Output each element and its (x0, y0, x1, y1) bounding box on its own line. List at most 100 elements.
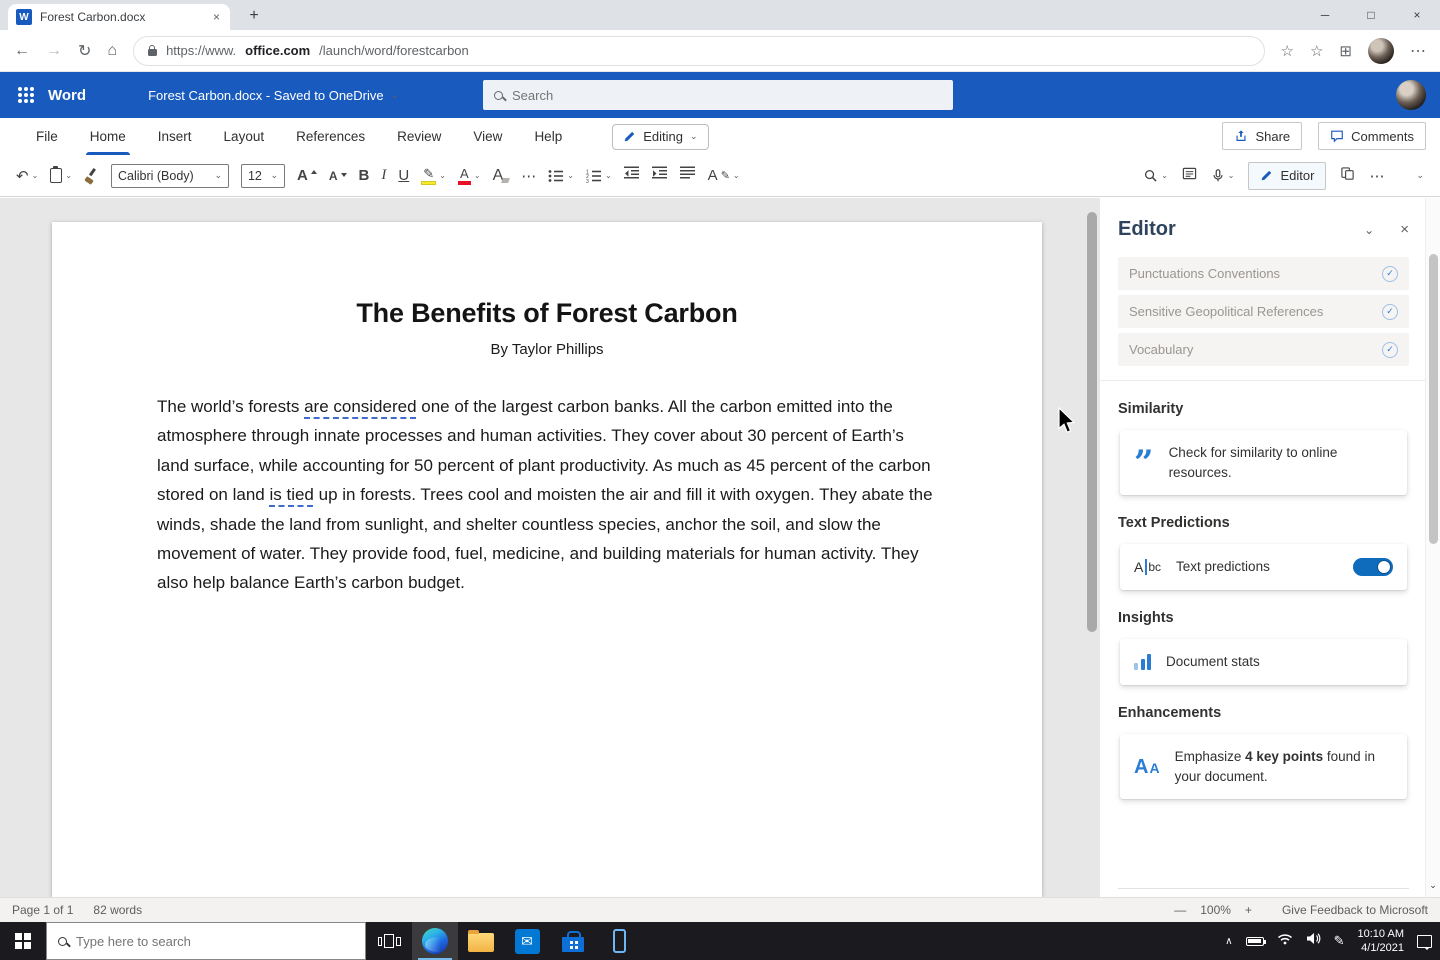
editor-button[interactable]: Editor (1248, 162, 1326, 190)
document-paragraph[interactable]: The world’s forests are considered one o… (157, 392, 935, 598)
taskbar-file-explorer-button[interactable] (458, 922, 504, 960)
undo-button[interactable]: ↶⌄ (16, 167, 38, 185)
dictate-button[interactable]: ⌄ (1211, 168, 1235, 183)
browser-more-icon[interactable]: ⋯ (1410, 41, 1426, 61)
editor-pane-scrollbar[interactable]: ⌄ (1425, 198, 1440, 897)
tab-close-icon[interactable]: × (211, 10, 222, 24)
chevron-down-icon[interactable]: ⌄ (1228, 171, 1235, 180)
editing-mode-button[interactable]: Editing ⌄ (612, 124, 708, 150)
document-scrollbar[interactable] (1086, 204, 1098, 891)
font-more-options-icon[interactable]: ⋯ (521, 167, 536, 185)
app-launcher-icon[interactable] (18, 87, 34, 103)
office-search-box[interactable] (483, 80, 953, 110)
ribbon-tab-home[interactable]: Home (74, 118, 142, 155)
document-title-bar[interactable]: Forest Carbon.docx - Saved to OneDrive ⌄ (148, 88, 399, 103)
grammar-suggestion[interactable]: are considered (304, 397, 416, 416)
chevron-down-icon[interactable]: ⌄ (439, 171, 446, 180)
underline-button[interactable]: U (398, 167, 409, 184)
reading-view-button[interactable] (1182, 166, 1197, 186)
document-title[interactable]: The Benefits of Forest Carbon (52, 298, 1042, 329)
clear-formatting-button[interactable]: A (493, 167, 510, 185)
add-favorite-icon[interactable]: ☆ (1281, 42, 1294, 60)
chevron-down-icon[interactable]: ⌄ (605, 171, 612, 180)
italic-button[interactable]: I (381, 167, 386, 184)
shrink-font-button[interactable]: A (329, 169, 347, 183)
refresh-icon[interactable]: ↻ (78, 41, 91, 61)
decrease-indent-button[interactable] (624, 166, 640, 185)
toolbar-more-icon[interactable]: ⋯ (1369, 167, 1384, 185)
scrollbar-thumb[interactable] (1087, 212, 1097, 632)
bold-button[interactable]: B (359, 167, 370, 184)
feedback-link[interactable]: Give Feedback to Microsoft (1282, 903, 1428, 917)
text-predictions-toggle[interactable] (1353, 558, 1393, 576)
zoom-in-icon[interactable]: + (1245, 903, 1252, 917)
grow-font-button[interactable]: A (297, 167, 317, 184)
scroll-down-icon[interactable]: ⌄ (1426, 880, 1440, 891)
chevron-down-icon[interactable]: ⌄ (474, 171, 481, 180)
ribbon-tab-file[interactable]: File (20, 118, 74, 155)
ribbon-tab-insert[interactable]: Insert (142, 118, 208, 155)
chevron-down-icon[interactable]: ⌄ (1161, 171, 1168, 180)
task-view-button[interactable] (366, 922, 412, 960)
bullets-button[interactable]: ⌄ (548, 169, 574, 183)
pen-icon[interactable]: ✎ (1334, 933, 1345, 949)
taskbar-search-input[interactable] (76, 934, 354, 949)
format-painter-icon[interactable] (84, 168, 99, 183)
find-button[interactable]: ⌄ (1143, 168, 1168, 183)
text-predictions-card[interactable]: Abc Text predictions (1120, 544, 1407, 590)
start-button[interactable] (0, 922, 46, 960)
chevron-down-icon[interactable]: ⌄ (32, 171, 39, 180)
account-avatar[interactable] (1396, 80, 1426, 110)
window-maximize-button[interactable]: □ (1348, 0, 1394, 30)
pane-chevron-down-icon[interactable]: ⌄ (1364, 223, 1400, 237)
grammar-suggestion[interactable]: is tied (269, 485, 313, 504)
ribbon-collapse-icon[interactable]: ⌄ (1416, 170, 1424, 181)
taskbar-search-box[interactable] (46, 922, 366, 960)
translate-button[interactable] (1340, 166, 1355, 186)
paragraph-text[interactable]: The world’s forests (157, 397, 304, 416)
ribbon-tab-references[interactable]: References (280, 118, 381, 155)
browser-tab[interactable]: W Forest Carbon.docx × (8, 4, 230, 30)
browser-profile-avatar[interactable] (1368, 38, 1394, 64)
editor-check-row[interactable]: Vocabulary ✓ (1118, 333, 1409, 366)
paste-button[interactable]: ⌄ (50, 168, 72, 183)
window-minimize-button[interactable]: ─ (1302, 0, 1348, 30)
taskbar-edge-button[interactable] (412, 922, 458, 960)
font-name-select[interactable]: Calibri (Body)⌄ (111, 164, 229, 188)
enhancements-card[interactable]: AA Emphasize 4 key points found in your … (1120, 734, 1407, 799)
ribbon-tab-review[interactable]: Review (381, 118, 457, 155)
search-input[interactable] (512, 88, 942, 103)
ribbon-tab-layout[interactable]: Layout (208, 118, 281, 155)
chevron-down-icon[interactable]: ⌄ (391, 90, 399, 101)
similarity-card[interactable]: ” Check for similarity to online resourc… (1120, 430, 1407, 495)
pane-close-icon[interactable]: × (1400, 221, 1409, 238)
highlight-color-button[interactable]: ✎⌄ (421, 167, 446, 185)
page-indicator[interactable]: Page 1 of 1 (12, 903, 73, 917)
numbering-button[interactable]: 123⌄ (586, 169, 612, 183)
taskbar-clock[interactable]: 10:10 AM 4/1/2021 (1358, 927, 1404, 956)
taskbar-mail-button[interactable]: ✉ (504, 922, 550, 960)
editor-check-row[interactable]: Punctuations Conventions ✓ (1118, 257, 1409, 290)
app-name[interactable]: Word (48, 87, 86, 104)
document-stats-card[interactable]: Document stats (1120, 639, 1407, 685)
chevron-down-icon[interactable]: ⌄ (65, 171, 72, 180)
collections-icon[interactable]: ⊞ (1339, 42, 1352, 60)
back-icon[interactable]: ← (14, 42, 30, 60)
font-size-select[interactable]: 12⌄ (241, 164, 285, 188)
scrollbar-thumb[interactable] (1429, 254, 1438, 544)
volume-icon[interactable] (1306, 932, 1321, 950)
home-icon[interactable]: ⌂ (107, 42, 117, 60)
zoom-level[interactable]: 100% (1200, 903, 1231, 917)
editor-check-row[interactable]: Sensitive Geopolitical References ✓ (1118, 295, 1409, 328)
window-close-button[interactable]: × (1394, 0, 1440, 30)
chevron-down-icon[interactable]: ⌄ (733, 171, 740, 180)
battery-icon[interactable] (1246, 937, 1264, 946)
favorites-icon[interactable]: ☆ (1310, 42, 1323, 60)
comments-button[interactable]: Comments (1318, 122, 1426, 150)
taskbar-store-button[interactable] (550, 922, 596, 960)
chevron-down-icon[interactable]: ⌄ (567, 171, 574, 180)
document-page[interactable]: The Benefits of Forest Carbon By Taylor … (52, 222, 1042, 897)
alignment-button[interactable] (680, 166, 696, 185)
ribbon-tab-help[interactable]: Help (518, 118, 578, 155)
increase-indent-button[interactable] (652, 166, 668, 185)
